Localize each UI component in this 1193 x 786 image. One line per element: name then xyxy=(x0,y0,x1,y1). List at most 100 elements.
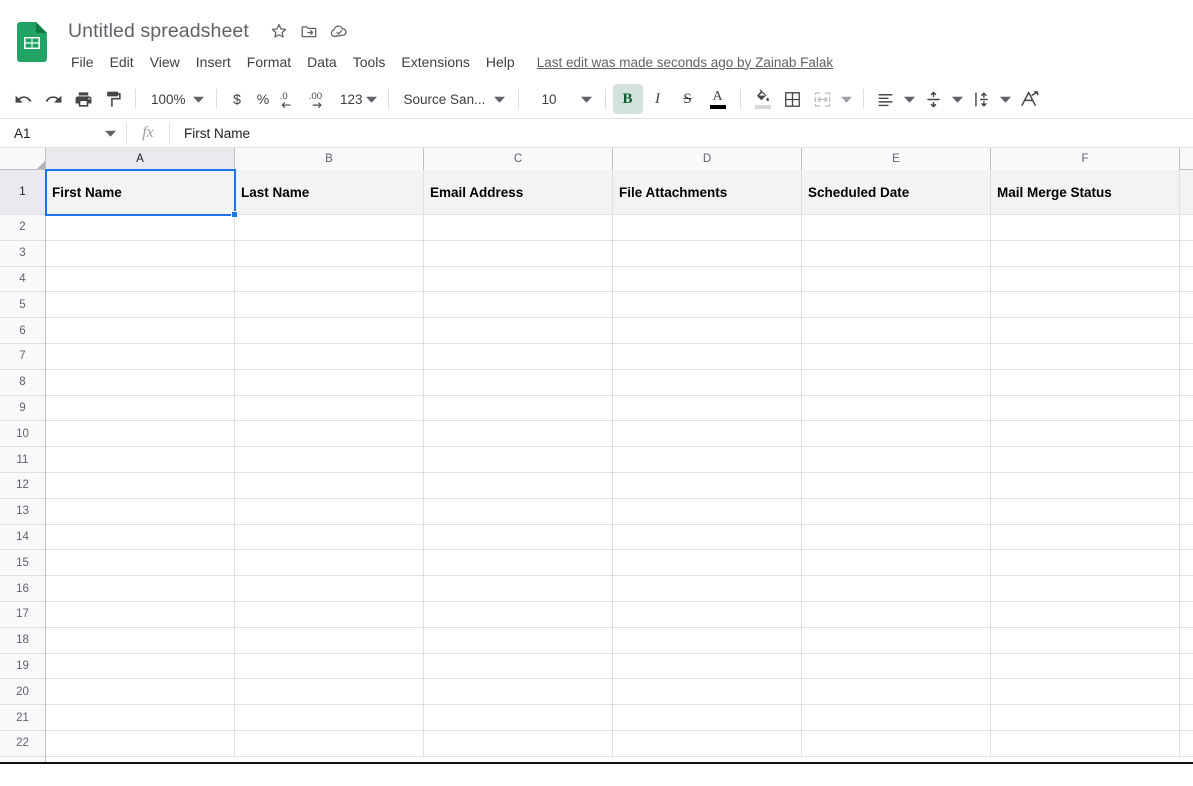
cell-A12[interactable] xyxy=(46,472,235,499)
cell-E13[interactable] xyxy=(802,498,991,525)
row-header-13[interactable]: 13 xyxy=(0,498,45,525)
column-header-d[interactable]: D xyxy=(613,148,802,170)
row-header-4[interactable]: 4 xyxy=(0,266,45,293)
cell-E6[interactable] xyxy=(802,318,991,344)
menu-file[interactable]: File xyxy=(63,50,102,74)
cell-F3[interactable] xyxy=(991,240,1180,267)
cell-D8[interactable] xyxy=(613,369,802,396)
row-header-22[interactable]: 22 xyxy=(0,730,45,757)
cell-A5[interactable] xyxy=(46,292,235,319)
paint-format-icon[interactable] xyxy=(98,84,128,114)
cell-D2[interactable] xyxy=(613,215,802,241)
decrease-decimal-button[interactable]: .0 xyxy=(276,84,306,114)
cell-A19[interactable] xyxy=(46,653,235,680)
cell-F22[interactable] xyxy=(991,730,1180,757)
menu-tools[interactable]: Tools xyxy=(345,50,394,74)
cell-C8[interactable] xyxy=(424,369,613,396)
merge-cells-dropdown[interactable] xyxy=(838,94,856,105)
cell-B15[interactable] xyxy=(235,550,424,577)
cell-A15[interactable] xyxy=(46,550,235,577)
document-title[interactable]: Untitled spreadsheet xyxy=(64,18,253,45)
cell-E4[interactable] xyxy=(802,266,991,293)
cloud-saved-icon[interactable] xyxy=(327,19,351,43)
cell-D7[interactable] xyxy=(613,343,802,370)
strikethrough-button[interactable]: S xyxy=(673,84,703,114)
borders-icon[interactable] xyxy=(778,84,808,114)
cell-A3[interactable] xyxy=(46,240,235,267)
zoom-selector[interactable]: 100% xyxy=(143,85,209,113)
cell-C7[interactable] xyxy=(424,343,613,370)
cell-C3[interactable] xyxy=(424,240,613,267)
menu-edit[interactable]: Edit xyxy=(102,50,142,74)
cell-B21[interactable] xyxy=(235,705,424,731)
cell-C2[interactable] xyxy=(424,215,613,241)
cell-E11[interactable] xyxy=(802,447,991,473)
cell-C17[interactable] xyxy=(424,601,613,628)
row-header-16[interactable]: 16 xyxy=(0,576,45,602)
cell-B8[interactable] xyxy=(235,369,424,396)
cell-F10[interactable] xyxy=(991,421,1180,448)
cell-F12[interactable] xyxy=(991,472,1180,499)
row-header-6[interactable]: 6 xyxy=(0,318,45,344)
currency-format-button[interactable]: $ xyxy=(224,84,250,114)
cell-A18[interactable] xyxy=(46,627,235,654)
cell-B13[interactable] xyxy=(235,498,424,525)
cell-C4[interactable] xyxy=(424,266,613,293)
cell-E2[interactable] xyxy=(802,215,991,241)
cell-F14[interactable] xyxy=(991,524,1180,551)
percent-format-button[interactable]: % xyxy=(250,84,276,114)
cell-D3[interactable] xyxy=(613,240,802,267)
row-header-3[interactable]: 3 xyxy=(0,240,45,267)
cell-D13[interactable] xyxy=(613,498,802,525)
cell-C9[interactable] xyxy=(424,395,613,422)
cell-A14[interactable] xyxy=(46,524,235,551)
bold-button[interactable]: B xyxy=(612,84,643,114)
row-header-8[interactable]: 8 xyxy=(0,369,45,396)
cell-E9[interactable] xyxy=(802,395,991,422)
cell-C15[interactable] xyxy=(424,550,613,577)
select-all-corner[interactable] xyxy=(0,148,46,169)
cell-A16[interactable] xyxy=(46,576,235,602)
cell-B1[interactable]: Last Name xyxy=(235,170,424,215)
cell-D9[interactable] xyxy=(613,395,802,422)
cell-E17[interactable] xyxy=(802,601,991,628)
merge-cells-icon[interactable] xyxy=(808,84,838,114)
star-icon[interactable] xyxy=(267,19,291,43)
cell-C21[interactable] xyxy=(424,705,613,731)
menu-data[interactable]: Data xyxy=(299,50,345,74)
chevron-down-icon[interactable] xyxy=(105,118,116,148)
cell-B17[interactable] xyxy=(235,601,424,628)
cell-D5[interactable] xyxy=(613,292,802,319)
row-header-10[interactable]: 10 xyxy=(0,421,45,448)
cell-B20[interactable] xyxy=(235,679,424,706)
cell-D21[interactable] xyxy=(613,705,802,731)
cell-E19[interactable] xyxy=(802,653,991,680)
cell-D11[interactable] xyxy=(613,447,802,473)
cell-A17[interactable] xyxy=(46,601,235,628)
cell-C20[interactable] xyxy=(424,679,613,706)
cell-B11[interactable] xyxy=(235,447,424,473)
cell-F5[interactable] xyxy=(991,292,1180,319)
menu-format[interactable]: Format xyxy=(239,50,299,74)
cell-F1[interactable]: Mail Merge Status xyxy=(991,170,1180,215)
move-to-folder-icon[interactable] xyxy=(297,19,321,43)
cell-F15[interactable] xyxy=(991,550,1180,577)
cell-E12[interactable] xyxy=(802,472,991,499)
cell-C6[interactable] xyxy=(424,318,613,344)
cell-F19[interactable] xyxy=(991,653,1180,680)
column-header-e[interactable]: E xyxy=(802,148,991,170)
cell-F17[interactable] xyxy=(991,601,1180,628)
cell-C19[interactable] xyxy=(424,653,613,680)
increase-decimal-button[interactable]: .00 xyxy=(306,84,336,114)
column-header-a[interactable]: A xyxy=(46,148,235,170)
undo-icon[interactable] xyxy=(8,84,38,114)
cell-A4[interactable] xyxy=(46,266,235,293)
number-format-selector[interactable]: 123 xyxy=(336,92,381,107)
row-header-14[interactable]: 14 xyxy=(0,524,45,551)
cell-C14[interactable] xyxy=(424,524,613,551)
cell-F20[interactable] xyxy=(991,679,1180,706)
cell-C10[interactable] xyxy=(424,421,613,448)
cell-C11[interactable] xyxy=(424,447,613,473)
cell-B18[interactable] xyxy=(235,627,424,654)
cell-B3[interactable] xyxy=(235,240,424,267)
